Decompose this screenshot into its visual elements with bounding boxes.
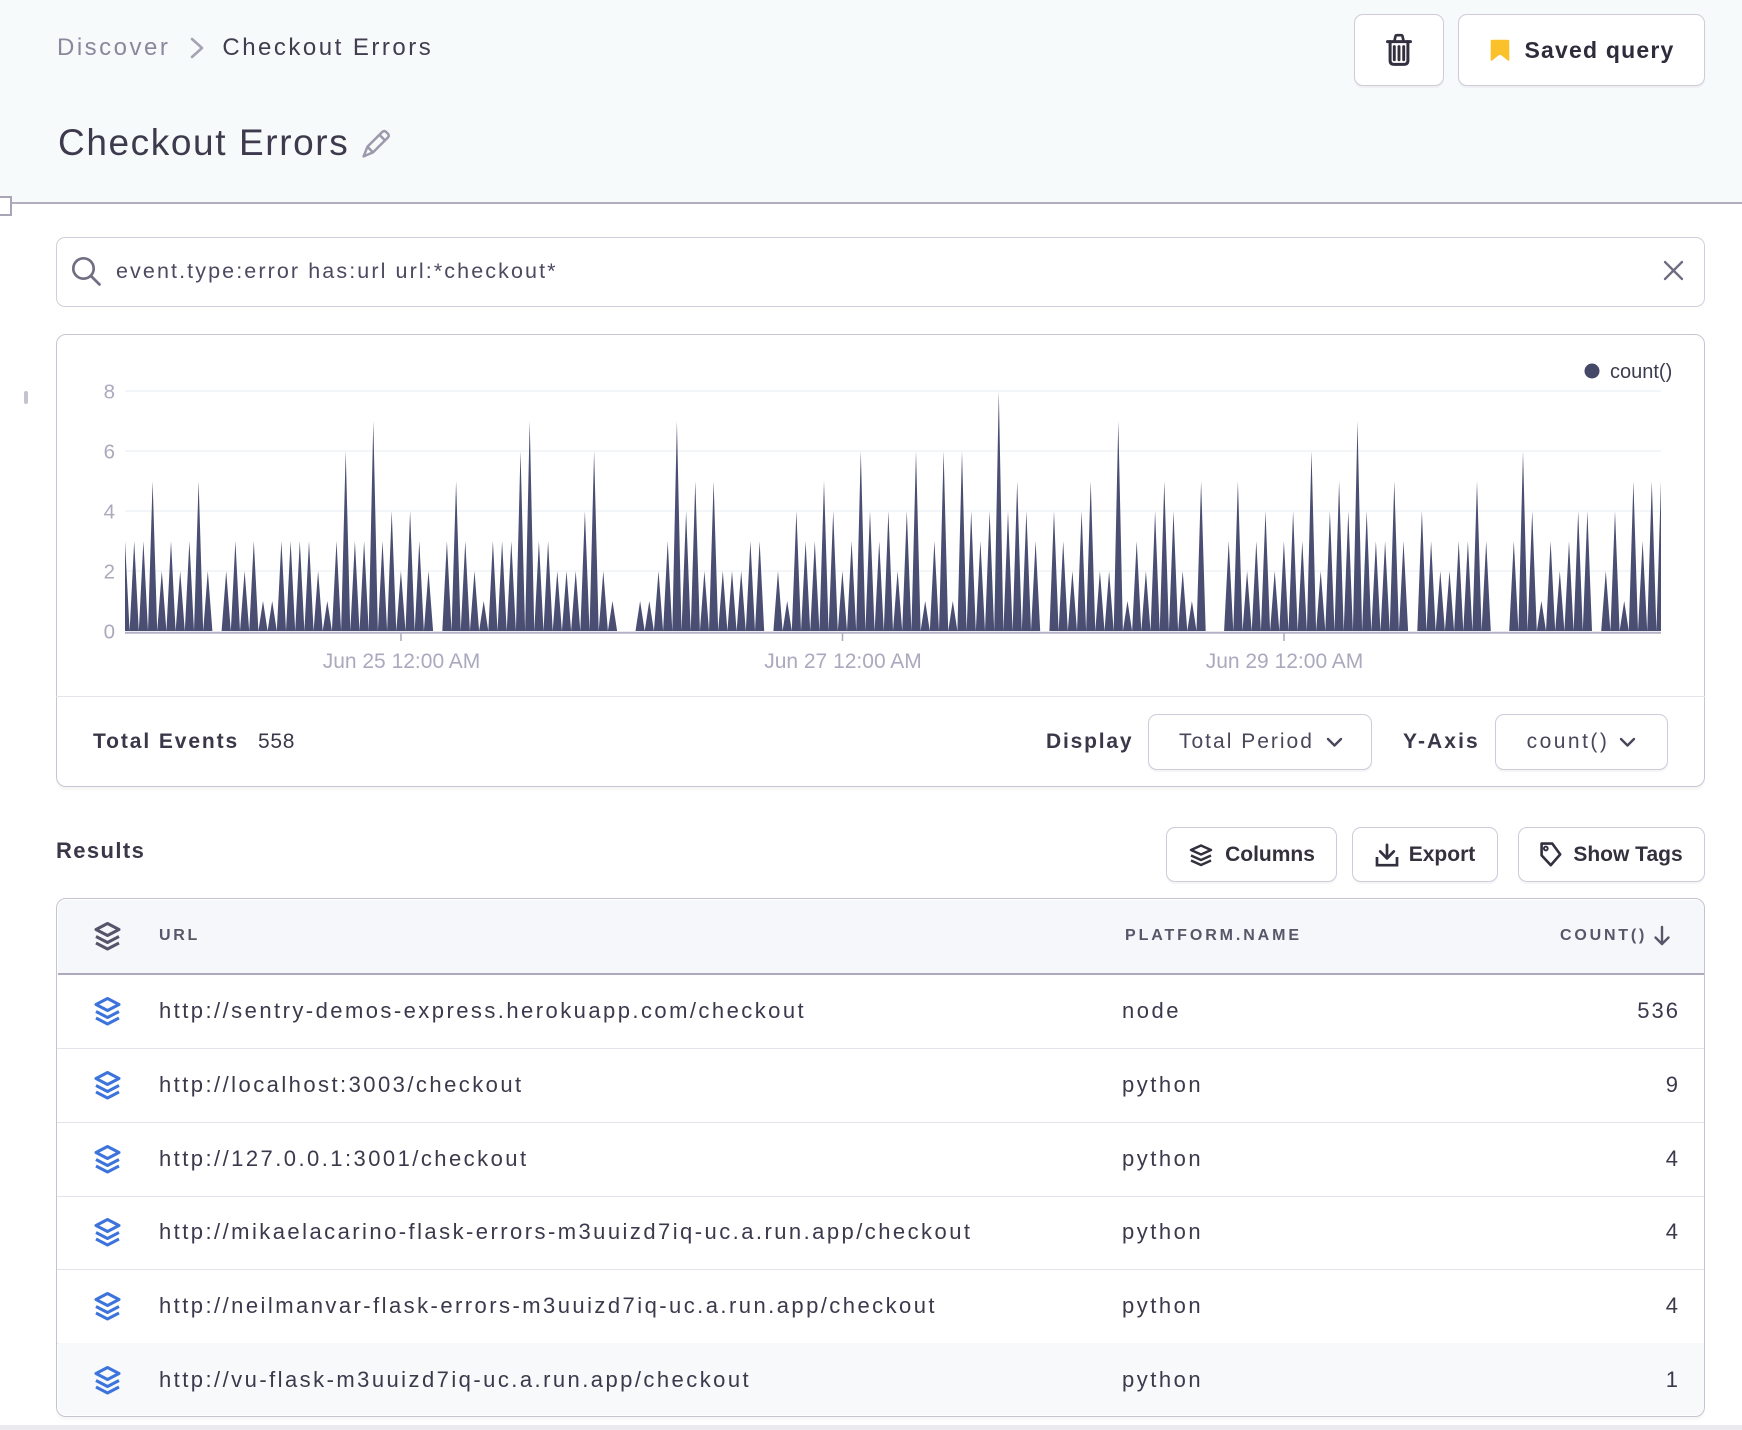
svg-text:8: 8	[104, 381, 115, 404]
svg-text:Jun 27 12:00 AM: Jun 27 12:00 AM	[764, 650, 922, 673]
svg-text:2: 2	[104, 561, 115, 584]
svg-text:Jun 25 12:00 AM: Jun 25 12:00 AM	[323, 650, 481, 673]
svg-text:Jun 29 12:00 AM: Jun 29 12:00 AM	[1206, 650, 1364, 673]
svg-text:count(): count()	[1610, 361, 1672, 383]
svg-text:6: 6	[104, 441, 115, 464]
svg-text:0: 0	[104, 621, 115, 644]
svg-text:4: 4	[104, 501, 115, 524]
